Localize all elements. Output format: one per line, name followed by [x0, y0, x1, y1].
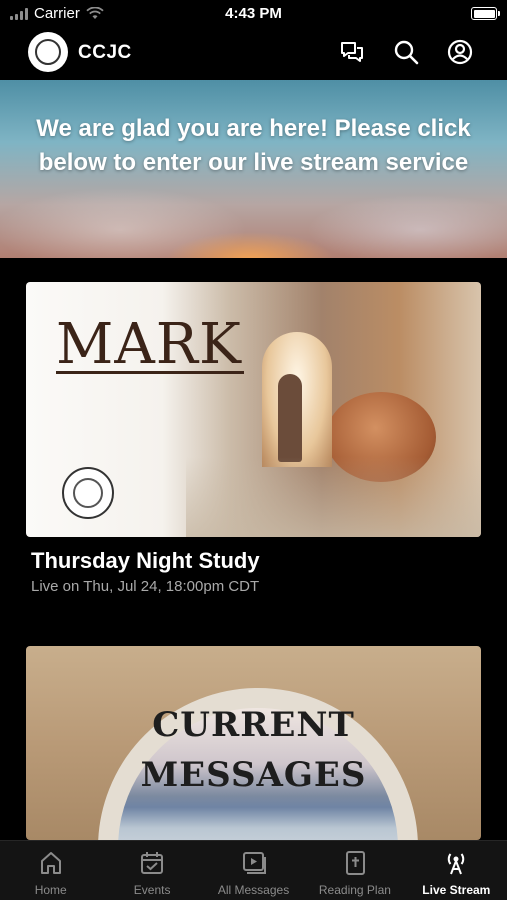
home-icon [40, 852, 61, 874]
tab-bar: Home Events All Messages Reading Plan Li… [0, 840, 507, 900]
card-subtitle: Live on Thu, Jul 24, 18:00pm CDT [31, 578, 260, 595]
bible-icon [345, 851, 365, 875]
chat-icon[interactable] [338, 38, 366, 66]
tab-label: Events [133, 883, 171, 897]
current-messages-title: CURRENT MESSAGES [26, 700, 481, 800]
card-title[interactable]: Thursday Night Study [31, 548, 260, 574]
mark-underline [56, 371, 244, 374]
church-seal-logo [62, 467, 114, 519]
video-icon [242, 852, 266, 874]
mark-title: MARK [56, 312, 242, 377]
search-icon[interactable] [392, 38, 420, 66]
tab-home[interactable]: Home [0, 841, 101, 900]
church-logo[interactable] [28, 32, 68, 72]
status-bar: Carrier 4:43 PM [0, 0, 507, 28]
messages-line: MESSAGES [140, 755, 367, 795]
welcome-banner: We are glad you are here! Please click b… [0, 80, 507, 258]
tab-live-stream[interactable]: Live Stream [406, 841, 507, 900]
figure [278, 374, 302, 462]
current-messages-card-image[interactable]: CURRENT MESSAGES [26, 646, 481, 840]
tab-events[interactable]: Events [101, 841, 202, 900]
tab-all-messages[interactable]: All Messages [203, 841, 304, 900]
battery-icon [471, 7, 500, 20]
broadcast-icon [448, 853, 465, 875]
account-icon[interactable] [446, 38, 474, 66]
status-time: 4:43 PM [225, 5, 282, 22]
calendar-icon [141, 852, 164, 874]
thursday-study-card-image[interactable]: MARK [26, 282, 481, 537]
tab-label: Reading Plan [318, 883, 391, 897]
tab-reading-plan[interactable]: Reading Plan [304, 841, 405, 900]
app-header: CCJC [0, 28, 507, 80]
current-line: CURRENT [152, 705, 355, 745]
tab-label: Home [34, 883, 67, 897]
banner-text: We are glad you are here! Please click b… [36, 115, 471, 176]
tab-label: Live Stream [422, 883, 491, 897]
app-title: CCJC [78, 42, 132, 63]
tab-label: All Messages [217, 883, 290, 897]
ground [186, 457, 481, 537]
